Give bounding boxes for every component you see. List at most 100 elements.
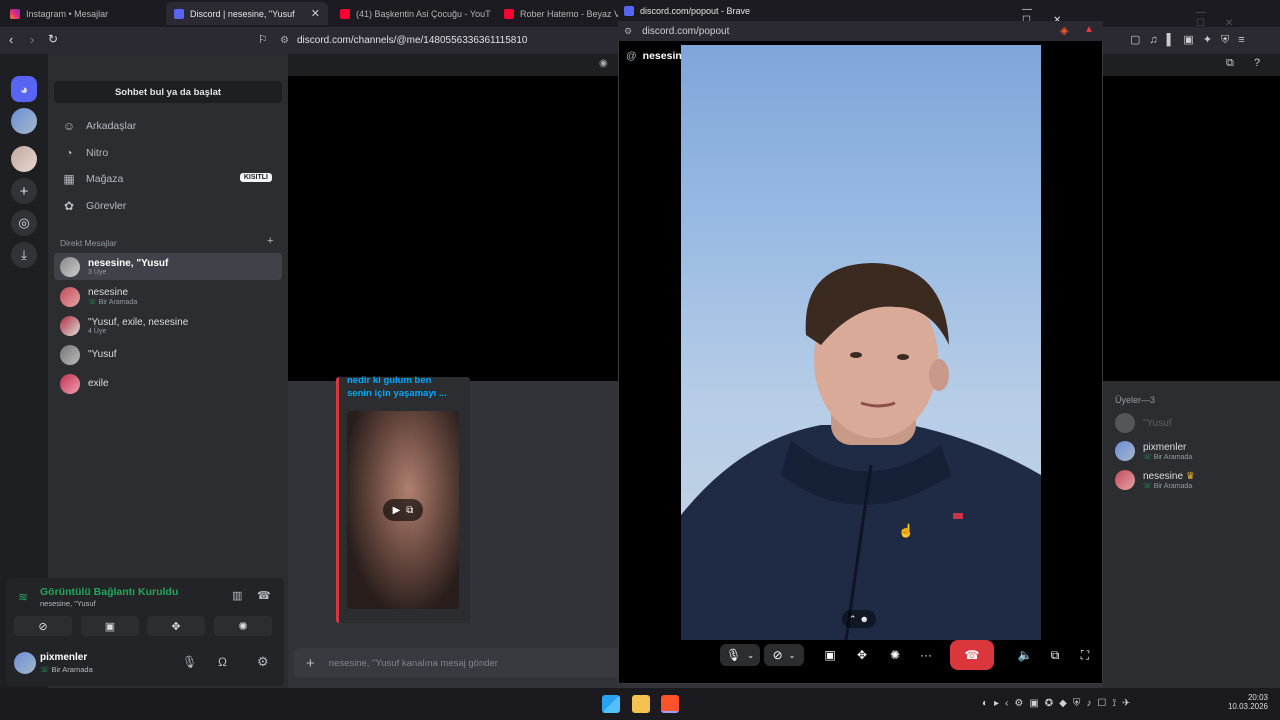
fullscreen-button[interactable]: ⛶	[1074, 644, 1096, 666]
leave-call-button[interactable]: ☎	[950, 640, 994, 670]
settings-gear-icon[interactable]: ⚙	[257, 654, 269, 670]
screen-share-icon: ▣	[104, 620, 116, 633]
activities-icon: ✥	[171, 620, 181, 633]
site-info-icon[interactable]: ⚙	[280, 35, 289, 46]
microphone-icon: 🎙	[726, 648, 742, 662]
microphone-icon[interactable]: 🎙	[182, 655, 197, 669]
video-thumbnail[interactable]: ▶ ⧉	[347, 411, 459, 609]
screen-share-button[interactable]: ▣	[81, 616, 139, 636]
show-participants-button[interactable]: ⌃ ☻	[842, 610, 876, 628]
windows-start-icon[interactable]	[602, 695, 620, 713]
nav-nitro[interactable]: ◔ Nitro	[54, 141, 282, 165]
reload-icon[interactable]: ↻	[48, 32, 58, 46]
soundboard-icon[interactable]: ▥	[232, 589, 242, 602]
nav-quests[interactable]: ✿ Görevler	[54, 194, 282, 218]
camera-off-button[interactable]: ⊘	[14, 616, 72, 636]
dm-item[interactable]: "Yusuf, exile, nesesine 4 Üye	[54, 312, 282, 339]
soundboard-button[interactable]: ✺	[883, 644, 907, 666]
explore-icon[interactable]: ◎	[11, 210, 37, 236]
extension-icons[interactable]: ▢♫▌▣✦⛨≡	[1130, 33, 1254, 47]
popout-button[interactable]: ⧉	[1044, 644, 1066, 666]
friends-icon: ☺	[62, 119, 76, 133]
youtube-icon	[340, 8, 350, 19]
dm-item[interactable]: nesesine ☏ Bir Aramada	[54, 283, 282, 310]
disconnect-icon[interactable]: ☎	[257, 589, 271, 602]
add-server-icon[interactable]: +	[11, 178, 37, 204]
bookmark-icon[interactable]: ⚐	[258, 33, 268, 46]
tab-instagram[interactable]: Instagram • Mesajlar	[2, 2, 162, 25]
chevron-up-icon: ⌃	[848, 613, 857, 624]
brave-shields-icon[interactable]: ◈	[1060, 24, 1068, 37]
more-options-button[interactable]: ···	[914, 644, 938, 666]
tab-discord[interactable]: Discord | nesesine, "Yusuf ✕	[166, 2, 328, 25]
find-conversation-button[interactable]: Sohbet bul ya da başlat	[54, 81, 282, 103]
screen-share-icon: ▣	[824, 648, 836, 662]
popout-icon: ⧉	[1050, 647, 1060, 662]
server-avatar-2[interactable]	[11, 146, 37, 172]
avatar[interactable]	[14, 652, 36, 674]
more-icon: ···	[920, 648, 932, 662]
camera-feed[interactable]: ☝	[681, 45, 1041, 640]
voice-connection-panel: ≋ Görüntülü Bağlantı Kuruldu nesesine, "…	[6, 578, 284, 642]
help-icon[interactable]: ?	[1254, 57, 1260, 69]
home-discord-icon[interactable]: ◕	[11, 76, 37, 102]
member-item[interactable]: "Yusuf	[1115, 413, 1172, 433]
dm-item[interactable]: "Yusuf	[54, 341, 282, 368]
activities-button[interactable]: ✥	[147, 616, 205, 636]
headphones-icon[interactable]: Ω	[218, 655, 227, 669]
download-icon[interactable]: ⤓	[11, 242, 37, 268]
clock[interactable]: 20:03 10.03.2026	[1218, 693, 1268, 711]
file-explorer-icon[interactable]	[632, 695, 650, 713]
nav-friends[interactable]: ☺ Arkadaşlar	[54, 114, 282, 138]
members-header: Üyeler—3	[1115, 395, 1156, 405]
people-icon: ☻	[859, 614, 870, 624]
popout-titlebar: discord.com/popout - Brave —☐✕	[618, 0, 1103, 26]
voice-channel[interactable]: nesesine, "Yusuf	[40, 599, 96, 608]
embed-title-line-2[interactable]: senin için yaşamayı ...	[347, 388, 447, 399]
back-icon[interactable]: ‹	[9, 32, 13, 47]
brave-rewards-icon[interactable]: ▲	[1084, 24, 1094, 35]
volume-icon: 🔈	[1017, 648, 1033, 662]
message-input[interactable]: + nesesine, "Yusuf kanalına mesaj gönder	[294, 648, 624, 678]
window-controls[interactable]: —☐✕	[1196, 7, 1280, 29]
volume-button[interactable]: 🔈	[1014, 644, 1036, 666]
server-avatar-1[interactable]	[11, 108, 37, 134]
address-bar[interactable]: ⚙ discord.com/channels/@me/1480556336361…	[280, 30, 610, 51]
camera-button[interactable]: ⊘ ⌄	[764, 644, 804, 666]
tab-youtube-1[interactable]: (41) Başkentin Asi Çocuğu - YouT	[332, 2, 492, 25]
hand-cursor-icon: ☝	[898, 523, 915, 538]
soundboard-button[interactable]: ✺	[214, 616, 272, 636]
discord-icon	[174, 8, 184, 19]
forward-icon[interactable]: ›	[30, 32, 34, 47]
tab-youtube-2[interactable]: Rober Hatemo - Beyaz Ve Se	[496, 2, 618, 25]
avatar	[1115, 413, 1135, 433]
fullscreen-icon: ⛶	[1080, 647, 1090, 662]
user-panel: pixmenler ☏ Bir Aramada 🎙 Ω ⚙	[6, 642, 284, 686]
screen-share-button[interactable]: ▣	[818, 644, 842, 666]
brave-browser-icon[interactable]	[661, 695, 679, 713]
system-tray-icons[interactable]: ◐▸‹⚙▣✪◆⛨♪☐⟟✈	[982, 698, 1136, 709]
link-embed[interactable]: nedir ki gulum ben senin için yaşamayı .…	[336, 375, 470, 623]
mute-button[interactable]: 🎙 ⌄	[720, 644, 760, 666]
soundboard-icon: ✺	[238, 620, 248, 633]
signal-icon: ≋	[18, 590, 29, 604]
member-item[interactable]: nesesine ♛ ☏ Bir Aramada	[1115, 470, 1195, 490]
close-tab-icon[interactable]: ✕	[311, 7, 320, 20]
add-dm-icon[interactable]: +	[267, 235, 273, 247]
play-button[interactable]: ▶ ⧉	[383, 499, 423, 521]
member-item[interactable]: pixmenler ☏ Bir Aramada	[1115, 441, 1192, 461]
add-attachment-icon[interactable]: +	[306, 655, 315, 672]
user-status: ☏ Bir Aramada	[40, 665, 93, 674]
call-video-area	[288, 76, 618, 381]
popout-icon[interactable]: ⧉	[1226, 57, 1234, 70]
dm-item[interactable]: nesesine, "Yusuf 3 Üye	[54, 253, 282, 280]
phone-icon: ☏	[88, 299, 99, 306]
nav-shop[interactable]: ▦ Mağaza KISITLI	[54, 167, 282, 191]
dm-item[interactable]: exile	[54, 370, 282, 397]
camera-off-icon: ⊘	[772, 648, 783, 662]
avatar	[60, 373, 80, 394]
activities-button[interactable]: ✥	[850, 644, 874, 666]
site-info-icon[interactable]: ⚙	[624, 26, 632, 37]
embed-title-line-1[interactable]: nedir ki gulum ben	[347, 375, 431, 386]
discord-small-icon: ◉	[599, 58, 608, 69]
